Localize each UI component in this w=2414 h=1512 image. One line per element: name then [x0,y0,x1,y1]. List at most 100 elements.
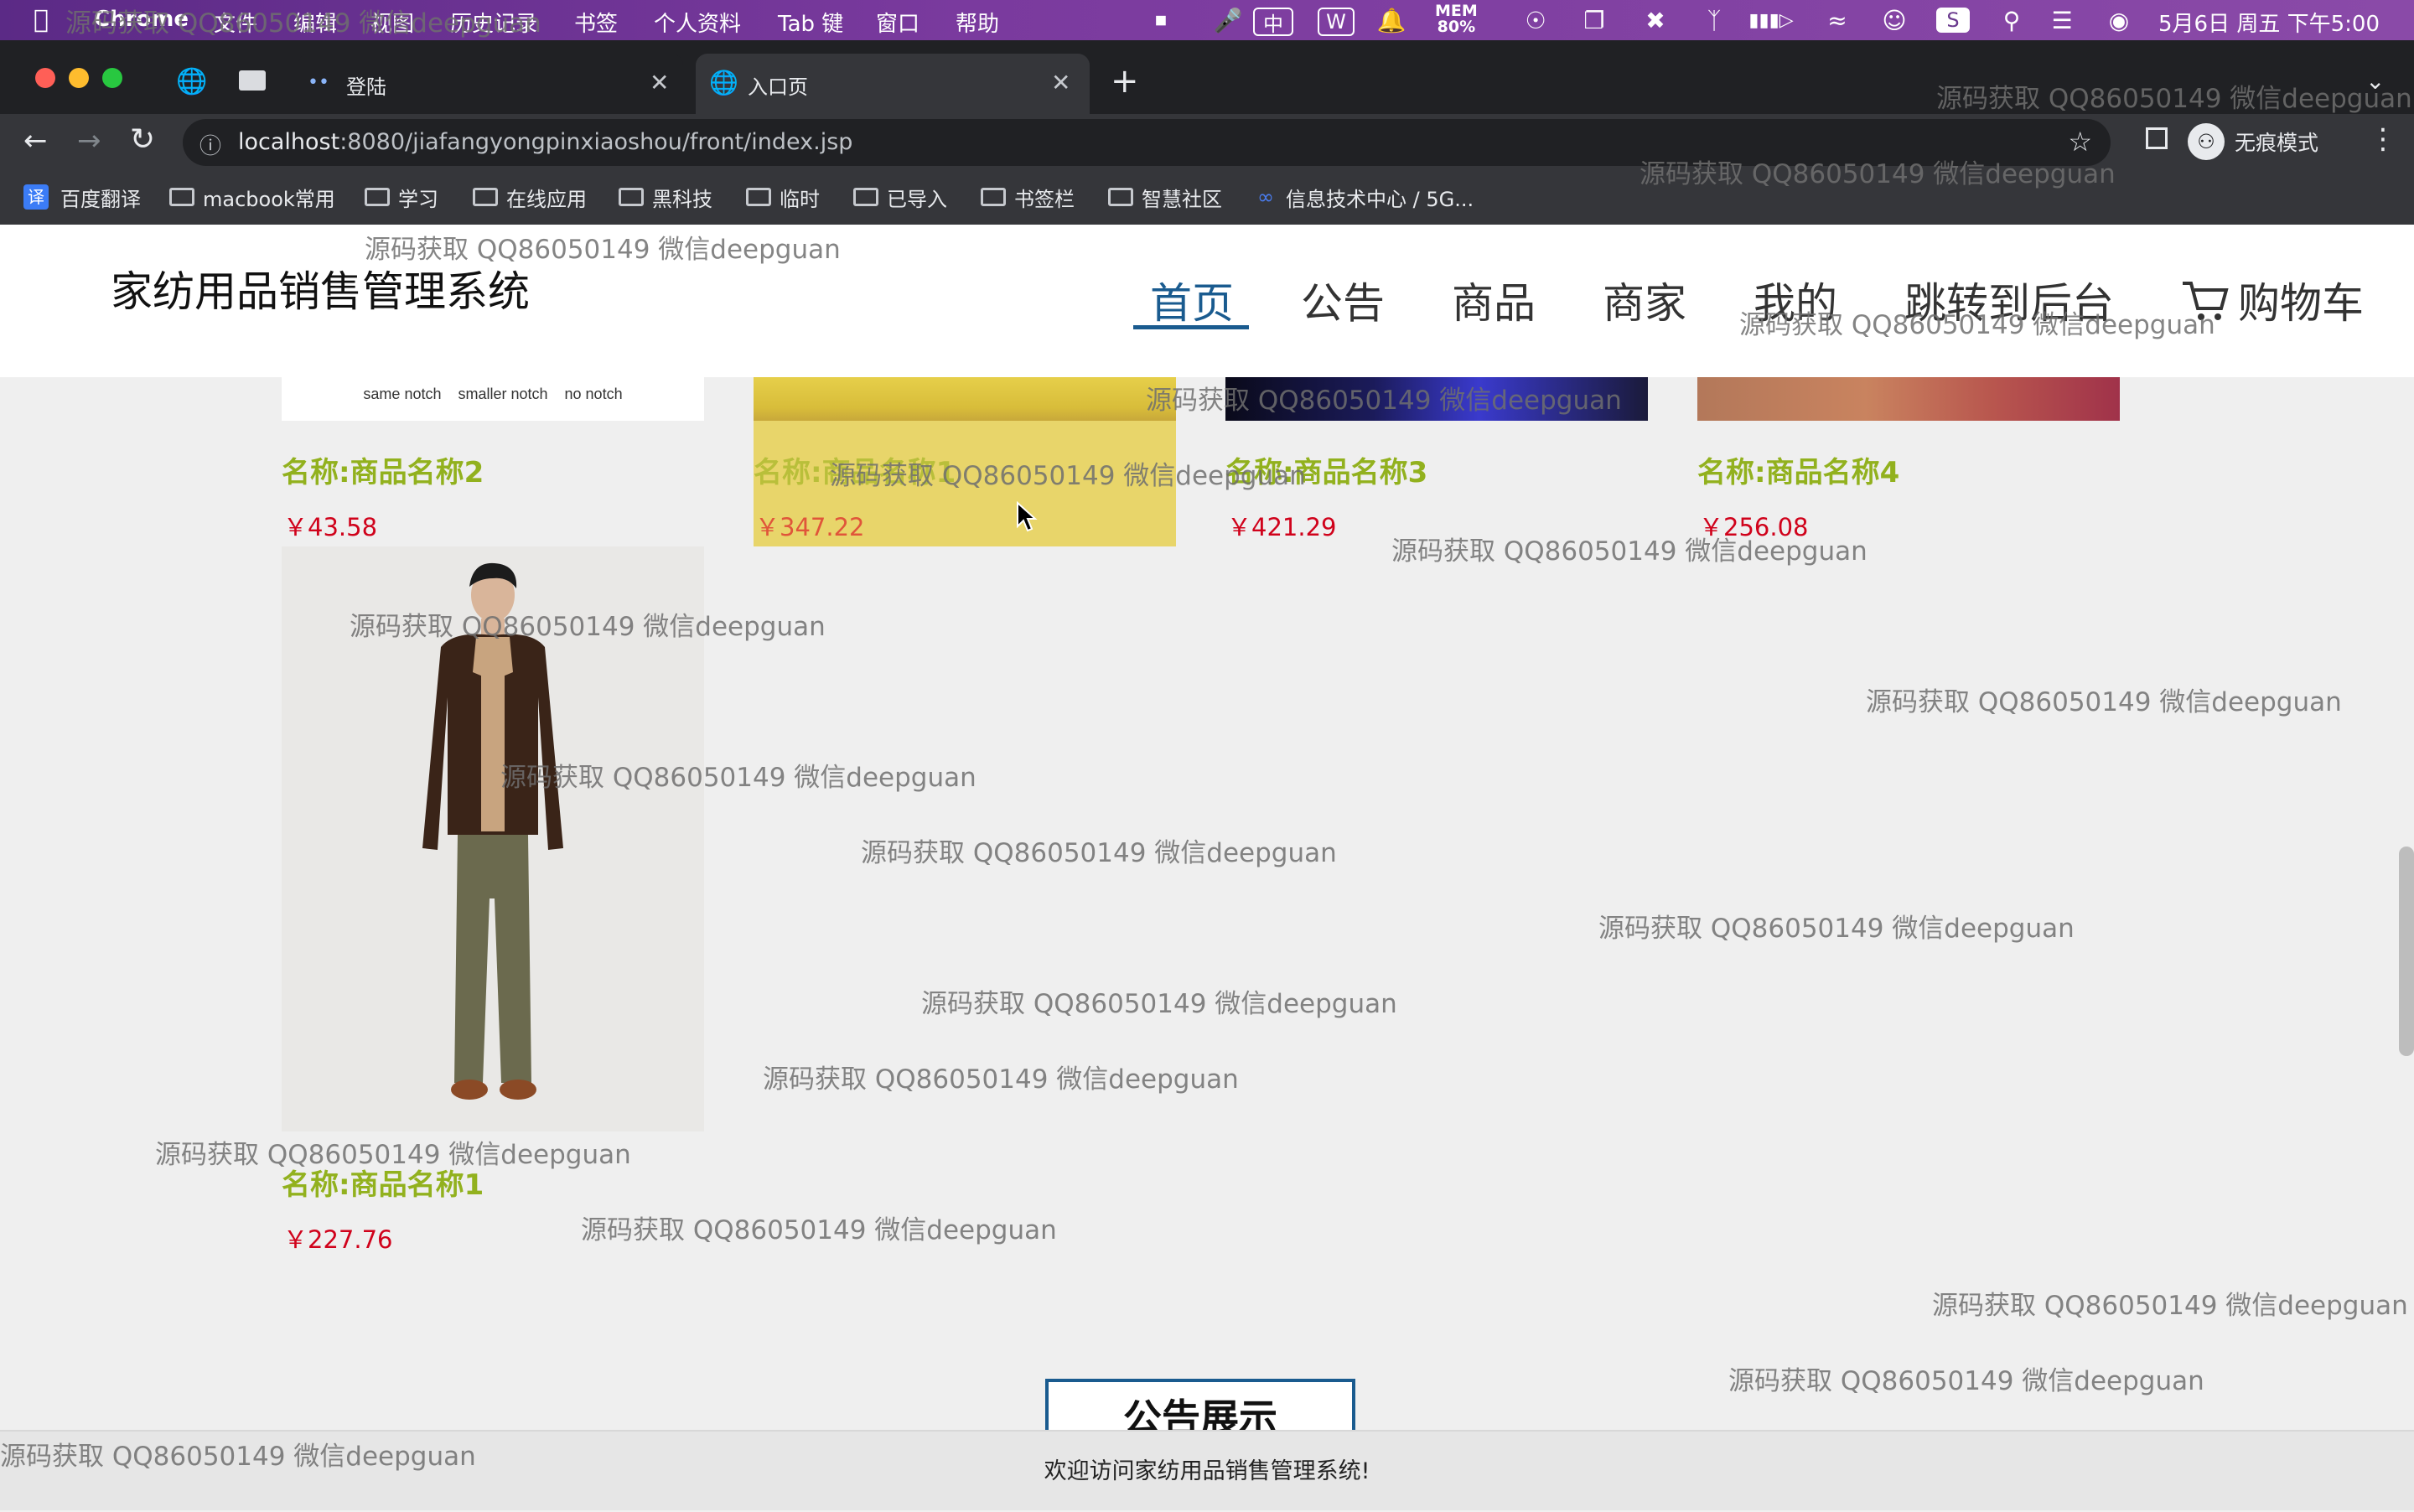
control-center-icon[interactable]: ☰ [2045,5,2079,35]
memory-monitor[interactable]: MEM 80% [1435,3,1478,35]
reload-icon[interactable]: ↻ [130,122,155,157]
product-name[interactable]: 名称:商品名称2 [282,449,484,490]
forward-arrow-icon[interactable]: → [77,124,101,158]
model-figure [422,562,563,1100]
battery-icon[interactable]: ▮▮▮▷ [1748,5,1795,35]
folder-icon [169,188,194,206]
product-name[interactable]: 名称:商品名称1 [282,1162,484,1203]
nav-products[interactable]: 商品 [1452,270,1536,330]
menu-history[interactable]: 历史记录 [450,7,537,38]
product-image[interactable] [282,546,704,1131]
nav-admin[interactable]: 跳转到后台 [1904,270,2114,330]
vpn-icon[interactable]: ✖ [1639,5,1672,35]
product-image[interactable] [754,377,1176,421]
window-close-button[interactable] [35,68,55,88]
menu-edit[interactable]: 编辑 [293,7,337,38]
wifi-icon[interactable]: ≈ [1819,5,1856,35]
notification-bell-icon[interactable]: 🔔 [1375,5,1408,35]
product-name[interactable]: 名称:商品名称3 [1225,449,1427,490]
bookmark-label: 已导入 [887,187,947,211]
bookmark-folder[interactable]: 黑科技 [619,183,712,211]
address-url[interactable]: localhost:8080/jiafangyongpinxiaoshou/fr… [238,129,852,155]
menu-bookmarks[interactable]: 书签 [574,7,618,38]
bookmark-folder[interactable]: 书签栏 [981,183,1075,211]
folder-icon [619,188,644,206]
bookmark-label: 黑科技 [652,187,712,211]
bookmark-star-icon[interactable]: ☆ [2068,126,2092,158]
incognito-icon: ⚇ [2188,123,2225,160]
window-zoom-button[interactable] [102,68,122,88]
site-info-icon[interactable]: ⓘ [199,129,221,160]
bookmark-folder[interactable]: 在线应用 [473,183,587,211]
apple-icon[interactable]:  [34,5,49,34]
product-price: ￥43.58 [283,513,378,541]
close-icon[interactable]: ✕ [650,69,669,96]
loading-dots-icon: •• [308,72,329,93]
product-price: ￥227.76 [283,1225,393,1254]
input-method-icon[interactable]: 中 [1253,8,1293,36]
page-scrollbar-thumb[interactable] [2399,847,2414,1056]
product-image[interactable]: same notch smaller notch no notch [282,377,704,421]
menu-tab[interactable]: Tab 键 [778,7,843,38]
folder-icon [981,188,1006,206]
link-icon: ∞ [1257,185,1274,209]
nav-notice[interactable]: 公告 [1301,270,1385,330]
password-manager-icon[interactable]: ☉ [1519,5,1552,35]
app-s-icon[interactable]: S [1936,8,1970,33]
folder-icon [853,188,878,206]
pinned-tab-icon[interactable] [239,70,266,91]
address-bar[interactable]: ⓘ localhost:8080/jiafangyongpinxiaoshou/… [183,119,2111,166]
menu-window[interactable]: 窗口 [876,7,919,38]
tab-login[interactable]: •• 登陆 ✕ [298,54,683,116]
microphone-icon[interactable]: 🎤 [1211,5,1245,35]
bookmark-label: 在线应用 [506,187,587,211]
bluetooth-icon[interactable]: ᛉ [1697,5,1731,35]
tab-title: 入口页 [748,75,808,99]
menu-file[interactable]: 文件 [214,7,257,38]
user-account-icon[interactable]: ☺ [1878,5,1911,35]
bookmark-folder[interactable]: 学习 [365,183,438,211]
nav-mine[interactable]: 我的 [1754,270,1837,330]
menu-profile[interactable]: 个人资料 [654,7,741,38]
close-icon[interactable]: ✕ [1051,69,1070,96]
product-name[interactable]: 名称:商品名称4 [1697,449,1899,490]
tab-search-chevron-icon[interactable]: ⌄ [2365,67,2385,95]
bookmark-folder[interactable]: macbook常用 [169,183,335,211]
nav-merchants[interactable]: 商家 [1603,270,1686,330]
bookmark-baidu-translate[interactable]: 译百度翻译 [23,183,141,211]
site-title: 家纺用品销售管理系统 [111,267,530,316]
clock[interactable]: 5月6日 周五 下午5:00 [2158,7,2380,38]
product-image[interactable] [1697,377,2120,421]
address-path: :8080/jiafangyongpinxiaoshou/front/index… [339,129,853,155]
tab-entry-page[interactable]: 🌐 入口页 ✕ [696,54,1090,116]
back-arrow-icon[interactable]: ← [23,124,48,158]
bookmark-label: 临时 [780,187,820,211]
bookmark-info-center[interactable]: ∞ 信息技术中心 / 5G... [1257,183,1474,211]
globe-icon: 🌐 [709,69,738,96]
bookmark-label: 智慧社区 [1142,187,1222,211]
menu-app-name[interactable]: Chrome [94,7,189,32]
menu-help[interactable]: 帮助 [956,7,999,38]
address-host: localhost [238,129,340,155]
record-stop-icon[interactable]: ⏹ [1144,5,1178,35]
wps-icon[interactable]: W [1318,8,1355,36]
new-tab-button[interactable]: + [1111,62,1139,101]
bookmark-folder[interactable]: 智慧社区 [1108,183,1222,211]
globe-icon[interactable]: 🌐 [176,67,207,96]
menu-kebab-icon[interactable]: ⋮ [2369,122,2397,156]
incognito-indicator[interactable]: ⚇ 无痕模式 [2188,122,2318,162]
product-price: ￥256.08 [1699,513,1809,541]
window-minimize-button[interactable] [69,68,89,88]
window-icon[interactable]: ❐ [1577,5,1611,35]
nav-home[interactable]: 首页 [1150,270,1234,330]
menu-view[interactable]: 视图 [370,7,414,38]
spotlight-search-icon[interactable]: ⚲ [1995,5,2028,35]
siri-icon[interactable]: ◉ [2102,5,2136,35]
side-panel-icon[interactable] [2146,127,2168,149]
product-image[interactable] [1225,377,1648,421]
nav-cart[interactable]: 购物车 [2179,270,2364,330]
bookmark-folder[interactable]: 已导入 [853,183,947,211]
product-name[interactable]: 名称:商品名称1 [754,449,956,490]
footer-text: 欢迎访问家纺用品销售管理系统! [1044,1458,1370,1484]
bookmark-folder[interactable]: 临时 [746,183,820,211]
